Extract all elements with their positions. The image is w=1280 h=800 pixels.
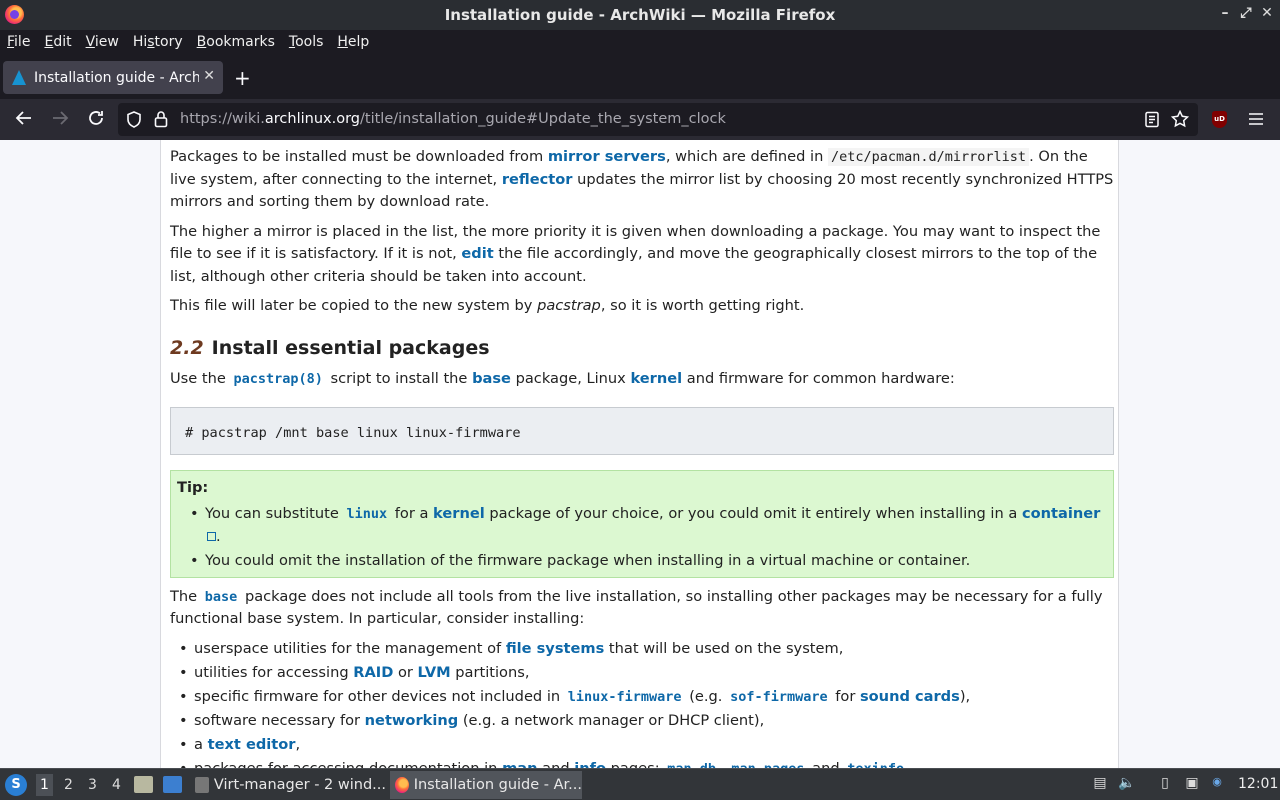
maximize-button[interactable]: ⤢ [1236,5,1256,21]
link-sof-firmware[interactable]: sof-firmware [727,688,831,705]
code-mirrorlist-path: /etc/pacman.d/mirrorlist [828,148,1030,166]
menu-bar: File Edit View History Bookmarks Tools H… [0,30,1280,54]
close-window-button[interactable]: ✕ [1257,5,1277,21]
file-manager-icon[interactable] [134,776,153,793]
virt-manager-icon [195,777,209,793]
link-lvm[interactable]: LVM [418,664,451,681]
link-mirror-servers[interactable]: mirror servers [548,148,666,165]
link-linux-firmware[interactable]: linux-firmware [565,688,685,705]
tip-box: Tip: You can substitute linux for a kern… [170,469,1114,578]
close-tab-icon[interactable]: ✕ [203,68,215,84]
start-menu-icon[interactable]: S [5,774,27,796]
menu-history[interactable]: History [133,34,183,50]
minimize-button[interactable]: – [1215,5,1235,21]
bookmark-star-icon[interactable] [1170,109,1190,132]
tab-installation-guide[interactable]: Installation guide - ArchWiki ✕ [3,61,223,94]
update-notifier-icon[interactable]: ◉ [1208,775,1226,793]
new-tab-button[interactable]: + [234,66,251,90]
tab-title: Installation guide - ArchWiki [34,69,199,86]
link-raid[interactable]: RAID [353,664,393,681]
clipboard-tray-icon[interactable]: ▤ [1091,775,1109,793]
list-item: software necessary for networking (e.g. … [178,710,1114,733]
menu-view[interactable]: View [86,34,119,50]
reload-button[interactable] [84,109,108,132]
paragraph-mirror-priority: The higher a mirror is placed in the lis… [170,222,1101,285]
link-reflector[interactable]: reflector [502,171,573,188]
clock: 12:01 [1238,776,1279,792]
link-text-editor[interactable]: text editor [208,736,296,753]
page-viewport: Packages to be installed must be downloa… [0,140,1280,768]
article-body: Packages to be installed must be downloa… [160,140,1119,768]
link-edit[interactable]: edit [461,245,493,262]
tip-item: You can substitute linux for a kernel pa… [189,503,1107,548]
link-man[interactable]: man [502,760,537,769]
tab-bar: Installation guide - ArchWiki ✕ + [0,54,1280,98]
package-suggestions-list: userspace utilities for the management o… [170,638,1114,769]
external-link-icon [207,531,216,541]
task-firefox[interactable]: Installation guide - Ar... [390,771,582,799]
url-text[interactable]: https://wiki.archlinux.org/title/install… [180,111,726,127]
link-kernel-tip[interactable]: kernel [433,505,485,522]
list-item: utilities for accessing RAID or LVM part… [178,662,1114,685]
workspace-2[interactable]: 2 [64,777,73,793]
menu-file[interactable]: File [7,34,30,50]
lock-icon[interactable] [154,110,168,132]
window-title: Installation guide - ArchWiki — Mozilla … [444,6,836,24]
navigation-bar: https://wiki.archlinux.org/title/install… [0,98,1280,140]
section-heading-install-essential-packages: 2.2 Install essential packages [170,336,490,359]
desktop-icon[interactable] [163,776,182,793]
workspace-4[interactable]: 4 [112,777,121,793]
link-sound-cards[interactable]: sound cards [860,688,960,705]
link-pacstrap-man[interactable]: pacstrap(8) [231,370,326,387]
link-man-db[interactable]: man-db [664,760,719,769]
list-item: a text editor, [178,734,1114,757]
code-block-pacstrap: # pacstrap /mnt base linux linux-firmwar… [170,406,1114,455]
back-button[interactable] [12,109,36,132]
task-virt-manager[interactable]: Virt-manager - 2 wind... [190,771,386,799]
volume-icon[interactable]: 🔈 [1118,775,1136,793]
menu-edit[interactable]: Edit [44,34,71,50]
hamburger-menu-icon[interactable] [1248,111,1264,131]
link-man-pages[interactable]: man-pages [728,760,807,769]
archlinux-favicon-icon [12,70,26,85]
paragraph-pacstrap-copy: This file will later be copied to the ne… [170,297,805,314]
reader-view-icon[interactable] [1144,111,1160,132]
link-texinfo[interactable]: texinfo [844,760,907,769]
paragraph-mirrors: Packages to be installed must be downloa… [170,148,1114,210]
link-base-2[interactable]: base [202,588,241,605]
ublock-origin-icon[interactable]: uD [1212,111,1227,128]
paragraph-use-pacstrap: Use the pacstrap(8) script to install th… [170,370,955,387]
url-bar[interactable]: https://wiki.archlinux.org/title/install… [118,103,1198,136]
workspace-3[interactable]: 3 [88,777,97,793]
forward-button[interactable] [48,109,72,132]
tracking-protection-shield-icon[interactable] [126,111,142,132]
paragraph-base-package: The base package does not include all to… [170,587,1103,628]
link-info[interactable]: info [574,760,606,769]
link-file-systems[interactable]: file systems [506,640,604,657]
link-linux-package[interactable]: linux [343,505,390,522]
firefox-icon [5,5,24,24]
system-taskbar: S 1 2 3 4 Virt-manager - 2 wind... Insta… [0,768,1280,800]
firefox-taskbar-icon [395,777,409,793]
list-item: specific firmware for other devices not … [178,686,1114,709]
list-item: userspace utilities for the management o… [178,638,1114,661]
network-icon[interactable]: ▣ [1183,775,1201,793]
menu-tools[interactable]: Tools [289,34,324,50]
tip-item: You could omit the installation of the f… [189,550,1107,573]
window-titlebar: Installation guide - ArchWiki — Mozilla … [0,0,1280,30]
menu-help[interactable]: Help [337,34,369,50]
tip-title: Tip: [177,478,209,496]
link-base[interactable]: base [472,370,511,387]
link-networking[interactable]: networking [365,712,459,729]
notes-tray-icon[interactable]: ▯ [1156,775,1174,793]
list-item: packages for accessing documentation in … [178,758,1114,769]
menu-bookmarks[interactable]: Bookmarks [197,34,275,50]
link-kernel[interactable]: kernel [630,370,682,387]
workspace-1[interactable]: 1 [36,774,53,796]
